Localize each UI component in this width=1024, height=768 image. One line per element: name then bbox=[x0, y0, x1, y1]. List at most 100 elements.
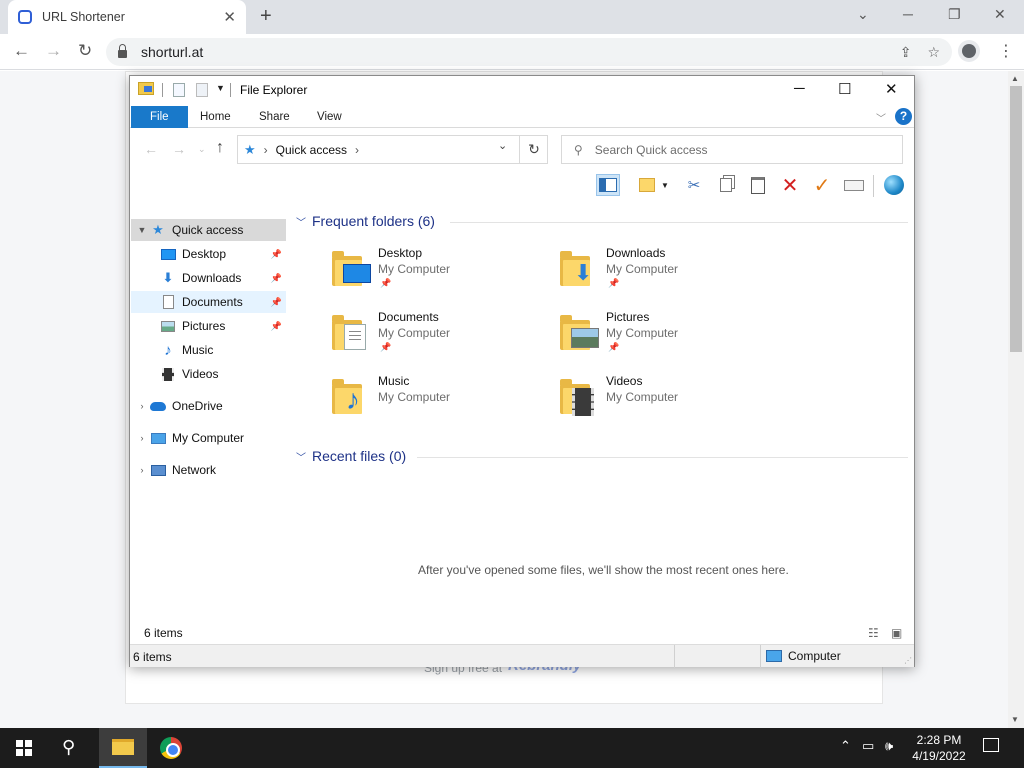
frequent-folders-header[interactable]: ﹀ Frequent folders (6) bbox=[296, 213, 435, 229]
nav-item-network[interactable]: › Network bbox=[131, 459, 286, 481]
globe-icon bbox=[884, 175, 904, 195]
system-clock[interactable]: 2:28 PM 4/19/2022 bbox=[902, 732, 976, 764]
menu-kebab-icon[interactable]: ⋮ bbox=[998, 41, 1014, 61]
lock-icon[interactable] bbox=[118, 44, 127, 58]
tab-home[interactable]: Home bbox=[186, 106, 245, 128]
folder-icon bbox=[560, 314, 599, 350]
minimize-icon[interactable]: ─ bbox=[903, 6, 913, 22]
browser-tab[interactable]: URL Shortener ✕ bbox=[8, 0, 246, 34]
new-tab-icon[interactable]: + bbox=[260, 5, 272, 28]
clock-time: 2:28 PM bbox=[916, 733, 962, 747]
search-input[interactable]: ⚲ Search Quick access bbox=[561, 135, 903, 164]
status-location-label: Computer bbox=[788, 649, 841, 663]
recent-files-header[interactable]: ﹀ Recent files (0) bbox=[296, 448, 406, 464]
url-text[interactable]: shorturl.at bbox=[141, 44, 884, 60]
nav-item-documents[interactable]: Documents 📌 bbox=[131, 291, 286, 313]
large-icons-view-icon[interactable]: ▣ bbox=[891, 626, 902, 640]
profile-avatar-icon[interactable] bbox=[958, 40, 980, 62]
taskbar-file-explorer-button[interactable] bbox=[99, 728, 147, 768]
show-hidden-icons-icon[interactable]: ⌃ bbox=[840, 738, 851, 754]
tab-view[interactable]: View bbox=[303, 106, 356, 128]
breadcrumb-chevron-icon[interactable]: › bbox=[264, 143, 268, 157]
explorer-back-icon[interactable]: ← bbox=[144, 141, 158, 157]
scroll-down-icon[interactable]: ▼ bbox=[1011, 715, 1019, 724]
star-icon: ★ bbox=[152, 222, 164, 237]
action-center-icon[interactable] bbox=[983, 738, 999, 752]
explorer-app-icon[interactable] bbox=[138, 82, 154, 95]
help-icon[interactable]: ? bbox=[895, 108, 912, 125]
expand-ribbon-icon[interactable]: ﹀ bbox=[876, 110, 886, 125]
globe-button[interactable] bbox=[882, 174, 906, 196]
taskbar-search-icon[interactable]: ⚲ bbox=[62, 737, 75, 758]
nav-item-quick-access[interactable]: ▼ ★ Quick access bbox=[131, 219, 286, 241]
tab-file[interactable]: File bbox=[131, 106, 188, 128]
recent-files-empty-message: After you've opened some files, we'll sh… bbox=[418, 563, 789, 577]
network-tray-icon[interactable]: ▭ bbox=[862, 738, 874, 754]
up-one-level-icon[interactable]: ↑ bbox=[216, 139, 224, 157]
new-item-button[interactable] bbox=[635, 174, 659, 196]
collapse-group-icon[interactable]: ﹀ bbox=[296, 449, 306, 464]
tab-search-icon[interactable]: ⌄ bbox=[857, 6, 869, 23]
taskbar-chrome-icon[interactable] bbox=[160, 737, 182, 759]
expand-arrow-icon[interactable]: › bbox=[134, 401, 150, 411]
quick-access-toolbar-dropdown-icon[interactable]: ▼ bbox=[216, 83, 225, 93]
explorer-maximize-icon[interactable]: ☐ bbox=[838, 80, 851, 98]
refresh-icon[interactable]: ↻ bbox=[519, 135, 548, 164]
bookmark-star-icon[interactable]: ☆ bbox=[927, 44, 940, 61]
nav-item-pictures[interactable]: Pictures 📌 bbox=[131, 315, 286, 337]
status-bar: 6 items Computer ⋰ bbox=[130, 644, 914, 668]
resize-grip-icon[interactable]: ⋰ bbox=[904, 656, 912, 665]
collapse-arrow-icon[interactable]: ▼ bbox=[134, 225, 150, 235]
nav-item-my-computer[interactable]: › My Computer bbox=[131, 427, 286, 449]
folder-tile-videos[interactable]: Videos My Computer bbox=[560, 374, 780, 434]
folder-tile-downloads[interactable]: ⬇ Downloads My Computer 📌 bbox=[560, 246, 780, 306]
nav-item-videos[interactable]: Videos bbox=[131, 363, 286, 385]
folder-tile-music[interactable]: ♪ Music My Computer bbox=[332, 374, 552, 434]
nav-item-downloads[interactable]: ⬇ Downloads 📌 bbox=[131, 267, 286, 289]
cut-button[interactable]: ✂ bbox=[682, 174, 706, 196]
volume-icon[interactable]: 🕪 bbox=[885, 738, 893, 754]
tab-share[interactable]: Share bbox=[245, 106, 304, 128]
scroll-up-icon[interactable]: ▲ bbox=[1011, 74, 1019, 83]
explorer-titlebar: ▼ File Explorer ─ ☐ ✕ bbox=[130, 76, 914, 104]
site-favicon-icon bbox=[18, 10, 32, 24]
folder-tile-pictures[interactable]: Pictures My Computer 📌 bbox=[560, 310, 780, 370]
expand-arrow-icon[interactable]: › bbox=[134, 465, 150, 475]
forward-icon[interactable]: → bbox=[45, 41, 62, 61]
properties-button[interactable] bbox=[842, 174, 866, 196]
folder-name: Documents bbox=[378, 310, 439, 324]
explorer-minimize-icon[interactable]: ─ bbox=[794, 80, 805, 97]
copy-button[interactable] bbox=[714, 174, 738, 196]
restore-icon[interactable]: ❐ bbox=[948, 6, 961, 23]
details-view-icon[interactable]: ☷ bbox=[868, 626, 879, 640]
delete-button[interactable]: ✕ bbox=[778, 174, 802, 197]
nav-item-desktop[interactable]: Desktop 📌 bbox=[131, 243, 286, 265]
address-history-dropdown-icon[interactable]: ⌄ bbox=[498, 139, 507, 152]
page-scrollbar-thumb[interactable] bbox=[1010, 86, 1022, 352]
nav-item-onedrive[interactable]: › OneDrive bbox=[131, 395, 286, 417]
new-item-dropdown-icon[interactable]: ▼ bbox=[659, 174, 671, 196]
expand-arrow-icon[interactable]: › bbox=[134, 433, 150, 443]
windows-start-icon[interactable] bbox=[16, 740, 32, 756]
breadcrumb-chevron-icon[interactable]: › bbox=[355, 143, 359, 157]
share-icon[interactable]: ⇪ bbox=[900, 44, 912, 61]
address-bar[interactable]: shorturl.at ⇪ ☆ bbox=[106, 38, 952, 66]
rename-button[interactable]: ✓ bbox=[810, 174, 834, 197]
recent-locations-icon[interactable]: ⌄ bbox=[198, 144, 206, 155]
preview-pane-button[interactable] bbox=[596, 174, 620, 196]
properties-icon[interactable] bbox=[173, 83, 185, 97]
nav-item-music[interactable]: ♪ Music bbox=[131, 339, 286, 361]
folder-icon: ♪ bbox=[332, 378, 370, 414]
explorer-forward-icon[interactable]: → bbox=[172, 141, 186, 157]
reload-icon[interactable]: ↻ bbox=[78, 41, 92, 61]
folder-tile-documents[interactable]: Documents My Computer 📌 bbox=[332, 310, 552, 370]
breadcrumb-quick-access[interactable]: Quick access bbox=[276, 143, 347, 157]
back-icon[interactable]: ← bbox=[13, 41, 30, 61]
paste-button[interactable] bbox=[746, 174, 770, 196]
close-window-icon[interactable]: ✕ bbox=[994, 6, 1006, 23]
new-folder-icon[interactable] bbox=[196, 83, 208, 97]
folder-tile-desktop[interactable]: Desktop My Computer 📌 bbox=[332, 246, 552, 306]
collapse-group-icon[interactable]: ﹀ bbox=[296, 214, 306, 229]
explorer-close-icon[interactable]: ✕ bbox=[885, 80, 898, 98]
tab-close-icon[interactable]: ✕ bbox=[223, 8, 236, 26]
